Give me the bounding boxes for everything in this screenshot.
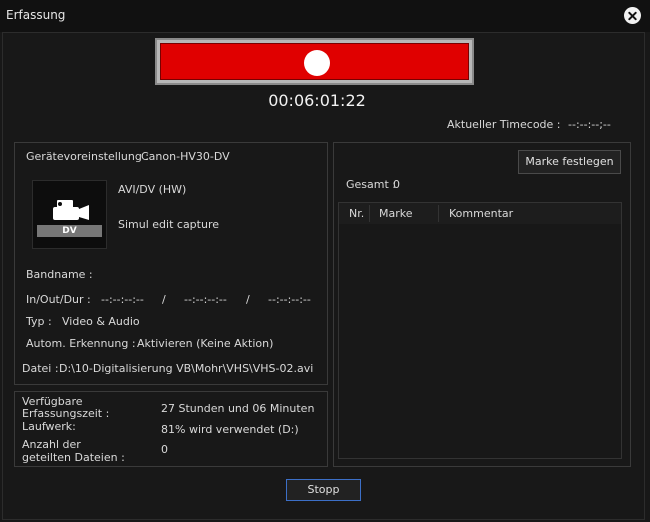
separator: / <box>246 293 250 306</box>
autodetect-value: Aktivieren (Keine Aktion) <box>137 337 274 350</box>
type-label: Typ : <box>26 315 52 328</box>
device-preset-value: Canon-HV30-DV <box>141 150 230 163</box>
column-divider <box>438 205 439 222</box>
device-mode: Simul edit capture <box>118 218 219 231</box>
file-label: Datei : <box>22 362 59 375</box>
record-button[interactable] <box>155 38 474 85</box>
capture-timecode: 00:06:01:22 <box>268 91 366 110</box>
set-marker-button[interactable]: Marke festlegen <box>518 150 621 174</box>
column-header-nr[interactable]: Nr. <box>349 203 364 224</box>
column-header-marke[interactable]: Marke <box>379 203 413 224</box>
markers-total-label: Gesamt : <box>346 178 396 191</box>
in-out-dur-label: In/Out/Dur : <box>26 293 91 306</box>
split-files-label-line1: Anzahl der <box>22 438 81 451</box>
separator: / <box>162 293 166 306</box>
camcorder-icon <box>53 200 89 220</box>
close-icon[interactable] <box>624 7 641 24</box>
current-timecode-value: --:--:--;-- <box>568 118 611 131</box>
dv-icon-label: DV <box>37 225 102 237</box>
dv-device-icon: DV <box>32 180 107 249</box>
drive-label: Laufwerk: <box>22 420 76 433</box>
markers-table[interactable]: Nr. Marke Kommentar <box>338 202 622 459</box>
drive-value: 81% wird verwendet (D:) <box>161 423 299 436</box>
window-title: Erfassung <box>6 8 66 22</box>
device-format: AVI/DV (HW) <box>118 183 187 196</box>
capture-window: Erfassung 00:06:01:22 Aktueller Timecode… <box>0 0 650 522</box>
markers-table-header: Nr. Marke Kommentar <box>339 203 621 224</box>
available-time-value: 27 Stunden und 06 Minuten <box>161 402 315 415</box>
available-time-label-line2: Erfassungszeit : <box>22 407 110 420</box>
autodetect-label: Autom. Erkennung : <box>26 337 136 350</box>
in-timecode: --:--:--:-- <box>101 293 144 306</box>
title-bar: Erfassung <box>0 0 650 32</box>
column-header-kommentar[interactable]: Kommentar <box>449 203 513 224</box>
dur-timecode: --:--:--:-- <box>268 293 311 306</box>
split-files-label-line2: geteilten Dateien : <box>22 451 125 464</box>
device-preset-label: Gerätevoreinstellung : <box>26 150 150 163</box>
split-files-value: 0 <box>161 443 168 456</box>
stop-button[interactable]: Stopp <box>286 479 361 501</box>
record-button-face <box>160 43 469 80</box>
markers-total-value: 0 <box>393 178 400 191</box>
record-dot-icon <box>304 50 330 76</box>
type-value: Video & Audio <box>62 315 140 328</box>
out-timecode: --:--:--:-- <box>184 293 227 306</box>
current-timecode-label: Aktueller Timecode : <box>447 118 561 131</box>
file-path: D:\10-Digitalisierung VB\Mohr\VHS\VHS-02… <box>59 362 314 375</box>
column-divider <box>369 205 370 222</box>
tape-name-label: Bandname : <box>26 268 93 281</box>
